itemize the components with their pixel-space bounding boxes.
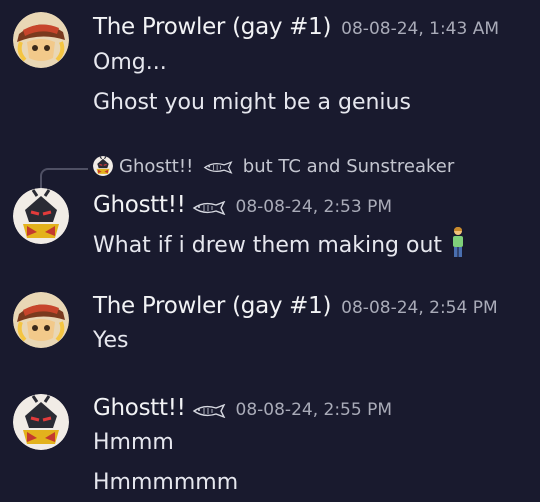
fish-icon <box>192 404 226 418</box>
timestamp: 08-08-24, 2:55 PM <box>235 400 393 420</box>
message-line: Hmmmmmm <box>93 470 239 495</box>
message-4: Ghostt!! 08-08-24, 2:55 PM Hmmm Hmmmmmm <box>0 0 540 502</box>
ghost-avatar[interactable] <box>13 394 69 450</box>
message-line: Hmmm <box>93 430 174 455</box>
message-header: Ghostt!! 08-08-24, 2:55 PM <box>93 395 392 421</box>
author-name[interactable]: Ghostt!! <box>93 395 186 421</box>
